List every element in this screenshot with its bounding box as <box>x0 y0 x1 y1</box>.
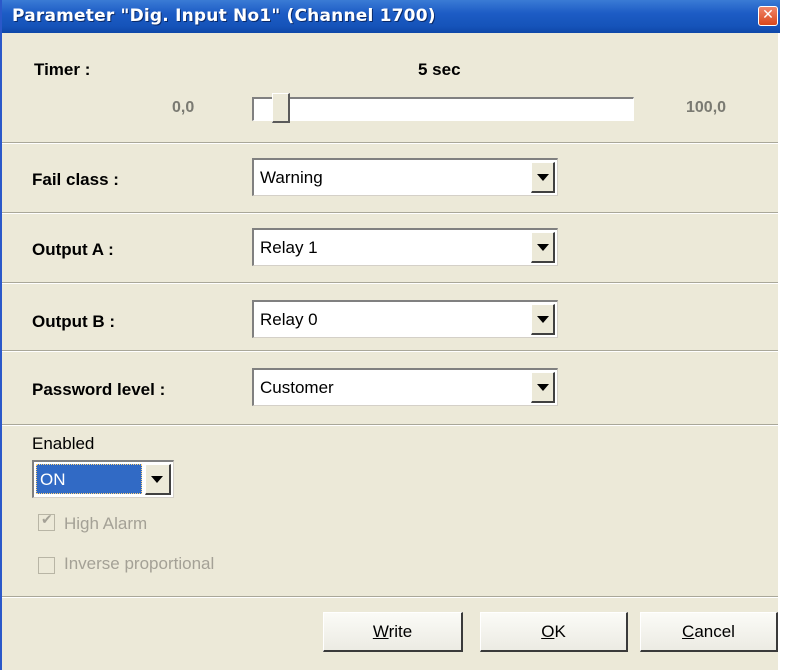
inverse-proportional-checkbox[interactable] <box>38 557 55 574</box>
chevron-down-icon <box>537 244 549 251</box>
output-a-value: Relay 1 <box>260 238 318 257</box>
close-icon: ✕ <box>762 7 774 23</box>
enabled-dropdown-button[interactable] <box>145 464 171 495</box>
divider <box>2 350 778 352</box>
cancel-button-mnemonic: C <box>682 622 695 641</box>
timer-slider-track[interactable] <box>252 97 634 121</box>
divider <box>2 142 778 144</box>
password-level-dropdown-button[interactable] <box>531 372 555 403</box>
inverse-proportional-label: Inverse proportional <box>64 554 215 573</box>
enabled-value: ON <box>40 470 66 489</box>
title-bar[interactable]: Parameter "Dig. Input No1" (Channel 1700… <box>2 0 780 33</box>
close-button[interactable]: ✕ <box>758 6 778 26</box>
chevron-down-icon <box>151 476 163 483</box>
timer-max-label: 100,0 <box>686 99 727 116</box>
output-a-dropdown-button[interactable] <box>531 232 555 263</box>
output-a-label: Output A : <box>32 240 114 259</box>
write-button-mnemonic: W <box>372 622 389 641</box>
password-level-dropdown[interactable]: Customer <box>252 368 558 406</box>
cancel-button-label: ancel <box>694 622 735 641</box>
checkmark-icon: ✔ <box>41 512 53 528</box>
output-a-dropdown[interactable]: Relay 1 <box>252 228 558 266</box>
ok-button[interactable]: OK <box>480 612 628 652</box>
timer-value: 5 sec <box>418 60 461 79</box>
dialog-title: Parameter "Dig. Input No1" (Channel 1700… <box>12 6 436 26</box>
parameter-dialog: Parameter "Dig. Input No1" (Channel 1700… <box>0 0 780 670</box>
password-level-label: Password level : <box>32 380 166 399</box>
chevron-down-icon <box>537 384 549 391</box>
fail-class-dropdown-button[interactable] <box>531 162 555 193</box>
output-b-dropdown-button[interactable] <box>531 304 555 335</box>
divider <box>2 596 778 598</box>
write-button[interactable]: Write <box>323 612 463 652</box>
write-button-label: rite <box>388 622 413 641</box>
fail-class-label: Fail class : <box>32 170 119 189</box>
high-alarm-label: High Alarm <box>64 514 148 533</box>
enabled-selection: ON <box>36 464 142 494</box>
timer-label: Timer : <box>34 60 91 79</box>
divider <box>2 212 778 214</box>
fail-class-dropdown[interactable]: Warning <box>252 158 558 196</box>
ok-button-mnemonic: O <box>541 622 555 641</box>
enabled-dropdown[interactable]: ON <box>32 460 174 498</box>
output-b-label: Output B : <box>32 312 116 331</box>
chevron-down-icon <box>537 316 549 323</box>
enabled-label: Enabled <box>32 434 95 453</box>
output-b-value: Relay 0 <box>260 310 318 329</box>
timer-slider-thumb[interactable] <box>272 93 290 123</box>
cancel-button[interactable]: Cancel <box>640 612 778 652</box>
high-alarm-checkbox[interactable]: ✔ <box>38 512 55 531</box>
timer-min-label: 0,0 <box>172 99 195 116</box>
output-b-dropdown[interactable]: Relay 0 <box>252 300 558 338</box>
divider <box>2 424 778 426</box>
chevron-down-icon <box>537 174 549 181</box>
divider <box>2 282 778 284</box>
password-level-value: Customer <box>260 378 334 397</box>
ok-button-label: K <box>554 622 566 641</box>
fail-class-value: Warning <box>260 168 323 187</box>
